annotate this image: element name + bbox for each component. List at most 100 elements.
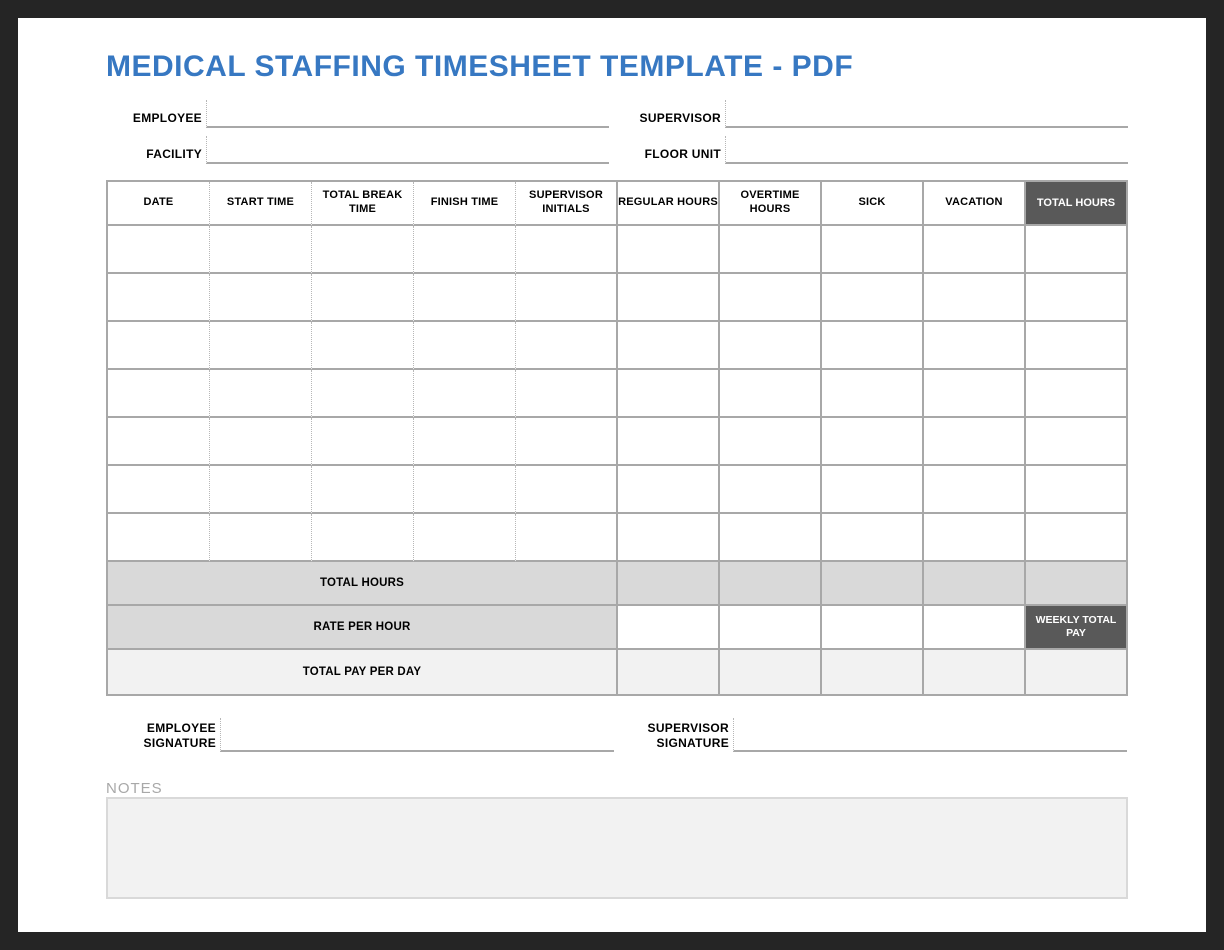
summary-row-rate: RATE PER HOUR WEEKLY TOTAL PAY	[108, 606, 1128, 650]
cell[interactable]	[924, 322, 1026, 370]
cell[interactable]	[210, 226, 312, 274]
cell[interactable]	[822, 322, 924, 370]
cell[interactable]	[414, 370, 516, 418]
cell[interactable]	[108, 466, 210, 514]
weekly-total-pay-value	[1026, 650, 1128, 694]
cell[interactable]	[618, 322, 720, 370]
col-sick: SICK	[822, 182, 924, 226]
table-row	[108, 418, 1128, 466]
cell[interactable]	[516, 226, 618, 274]
notes-field[interactable]	[106, 797, 1128, 899]
table-row	[108, 274, 1128, 322]
total-hours-overtime	[720, 562, 822, 606]
cell[interactable]	[516, 418, 618, 466]
cell[interactable]	[108, 514, 210, 562]
cell[interactable]	[108, 322, 210, 370]
cell[interactable]	[516, 370, 618, 418]
cell[interactable]	[1026, 370, 1128, 418]
supervisor-field[interactable]	[725, 100, 1128, 128]
cell[interactable]	[924, 418, 1026, 466]
total-pay-per-day-label: TOTAL PAY PER DAY	[108, 650, 618, 694]
cell[interactable]	[822, 274, 924, 322]
cell[interactable]	[822, 418, 924, 466]
employee-label: EMPLOYEE	[106, 111, 206, 128]
cell[interactable]	[1026, 226, 1128, 274]
cell[interactable]	[414, 274, 516, 322]
cell[interactable]	[108, 274, 210, 322]
cell[interactable]	[924, 514, 1026, 562]
cell[interactable]	[924, 226, 1026, 274]
cell[interactable]	[1026, 466, 1128, 514]
supervisor-signature-label: SUPERVISOR SIGNATURE	[614, 721, 733, 752]
cell[interactable]	[822, 514, 924, 562]
cell[interactable]	[414, 466, 516, 514]
rate-overtime[interactable]	[720, 606, 822, 650]
cell[interactable]	[108, 418, 210, 466]
cell[interactable]	[210, 418, 312, 466]
cell[interactable]	[312, 274, 414, 322]
cell[interactable]	[1026, 322, 1128, 370]
col-vacation: VACATION	[924, 182, 1026, 226]
cell[interactable]	[312, 322, 414, 370]
cell[interactable]	[618, 226, 720, 274]
cell[interactable]	[312, 466, 414, 514]
cell[interactable]	[312, 418, 414, 466]
cell[interactable]	[210, 466, 312, 514]
cell[interactable]	[1026, 274, 1128, 322]
cell[interactable]	[414, 418, 516, 466]
cell[interactable]	[108, 370, 210, 418]
info-section: EMPLOYEE SUPERVISOR FACILITY FLOOR UNIT	[106, 100, 1118, 164]
cell[interactable]	[516, 514, 618, 562]
total-hours-vacation	[924, 562, 1026, 606]
cell[interactable]	[516, 466, 618, 514]
cell[interactable]	[720, 226, 822, 274]
cell[interactable]	[516, 274, 618, 322]
cell[interactable]	[312, 226, 414, 274]
cell[interactable]	[210, 274, 312, 322]
cell[interactable]	[210, 514, 312, 562]
rate-vacation[interactable]	[924, 606, 1026, 650]
summary-row-total-pay: TOTAL PAY PER DAY	[108, 650, 1128, 694]
table-row	[108, 322, 1128, 370]
cell[interactable]	[720, 418, 822, 466]
document-frame: MEDICAL STAFFING TIMESHEET TEMPLATE - PD…	[0, 0, 1224, 950]
rate-sick[interactable]	[822, 606, 924, 650]
facility-field[interactable]	[206, 136, 609, 164]
cell[interactable]	[210, 322, 312, 370]
cell[interactable]	[720, 466, 822, 514]
col-total-hours: TOTAL HOURS	[1026, 182, 1128, 226]
cell[interactable]	[822, 370, 924, 418]
cell[interactable]	[1026, 514, 1128, 562]
floor-unit-field[interactable]	[725, 136, 1128, 164]
cell[interactable]	[108, 226, 210, 274]
cell[interactable]	[414, 322, 516, 370]
cell[interactable]	[618, 370, 720, 418]
cell[interactable]	[618, 466, 720, 514]
total-hours-regular	[618, 562, 720, 606]
cell[interactable]	[924, 466, 1026, 514]
cell[interactable]	[822, 466, 924, 514]
cell[interactable]	[618, 274, 720, 322]
cell[interactable]	[312, 514, 414, 562]
cell[interactable]	[312, 370, 414, 418]
cell[interactable]	[924, 274, 1026, 322]
col-overtime-hours: OVERTIME HOURS	[720, 182, 822, 226]
cell[interactable]	[414, 226, 516, 274]
cell[interactable]	[1026, 418, 1128, 466]
cell[interactable]	[414, 514, 516, 562]
employee-signature-field[interactable]	[220, 718, 614, 752]
cell[interactable]	[618, 418, 720, 466]
cell[interactable]	[924, 370, 1026, 418]
cell[interactable]	[720, 274, 822, 322]
cell[interactable]	[720, 322, 822, 370]
table-row	[108, 514, 1128, 562]
rate-regular[interactable]	[618, 606, 720, 650]
cell[interactable]	[516, 322, 618, 370]
cell[interactable]	[822, 226, 924, 274]
employee-field[interactable]	[206, 100, 609, 128]
cell[interactable]	[618, 514, 720, 562]
cell[interactable]	[720, 370, 822, 418]
cell[interactable]	[720, 514, 822, 562]
supervisor-signature-field[interactable]	[733, 718, 1127, 752]
cell[interactable]	[210, 370, 312, 418]
